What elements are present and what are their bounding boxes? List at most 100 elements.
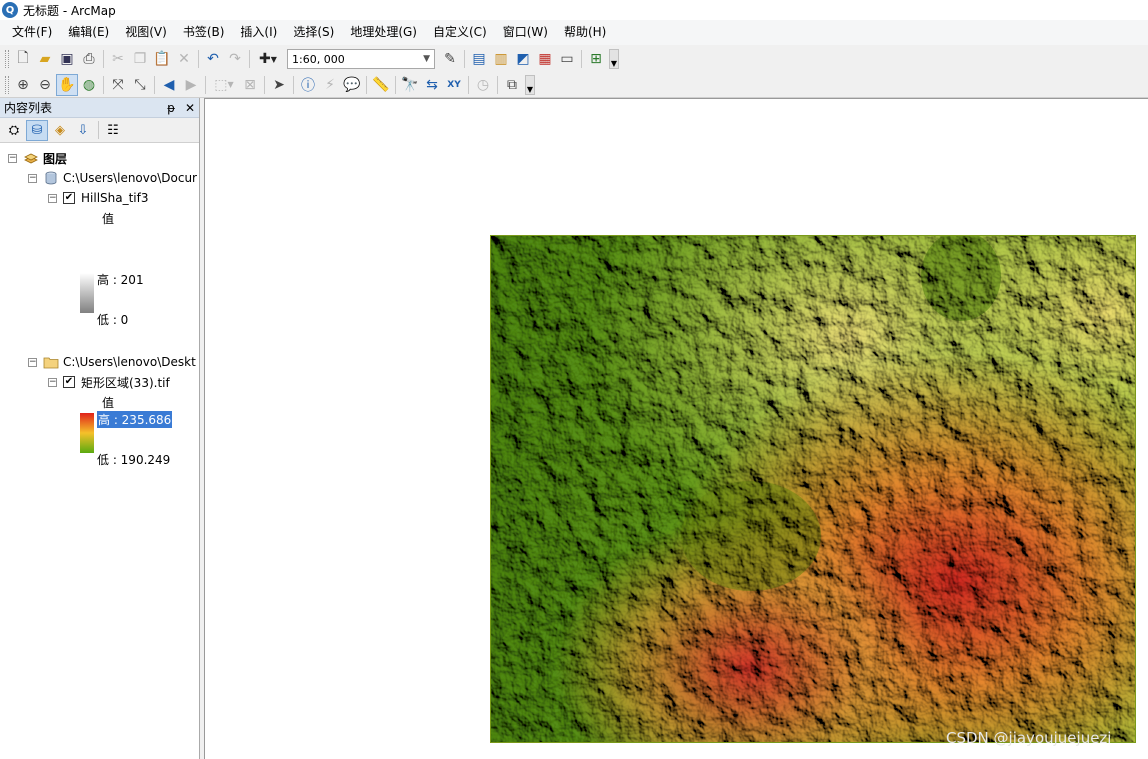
workspace-row-desktop[interactable]: − C:\Users\lenovo\Deskt	[28, 353, 196, 371]
identify-icon[interactable]: ⓘ	[297, 74, 319, 96]
separator	[198, 50, 199, 68]
separator	[249, 50, 250, 68]
menu-geoprocessing[interactable]: 地理处理(G)	[342, 20, 425, 45]
separator	[464, 50, 465, 68]
map-scale-value: 1:60, 000	[292, 52, 345, 66]
toolbar-overflow-button[interactable]: ▼	[609, 49, 619, 69]
editor-toolbar-icon[interactable]: ✎	[439, 48, 461, 70]
window-title: 无标题 - ArcMap	[23, 3, 116, 18]
select-elements-icon[interactable]: ➤	[268, 74, 290, 96]
menu-insert[interactable]: 插入(I)	[232, 20, 285, 45]
list-by-source-icon[interactable]: ⛁	[26, 119, 48, 141]
legend-high-label-selected[interactable]: 高 : 235.686	[97, 410, 173, 428]
clear-selection-icon[interactable]: ⊠	[239, 74, 261, 96]
zoom-in-icon[interactable]: ⊕	[12, 74, 34, 96]
toc-title: 内容列表	[4, 101, 53, 115]
save-icon[interactable]: ▣	[56, 48, 78, 70]
model-builder-icon[interactable]: ⊞	[585, 48, 607, 70]
menu-customize[interactable]: 自定义(C)	[425, 20, 495, 45]
print-icon[interactable]: ⎙	[78, 48, 100, 70]
close-icon[interactable]: ✕	[185, 101, 195, 115]
watermark-text: CSDN @jiayoujuejuezi	[946, 729, 1112, 747]
add-data-icon[interactable]: ✚ ▼	[253, 48, 283, 70]
fixed-zoom-in-icon[interactable]: ⤧	[107, 74, 129, 96]
menu-help[interactable]: 帮助(H)	[556, 20, 614, 45]
new-document-icon[interactable]: 🗋	[12, 48, 34, 70]
chevron-down-icon: ▼	[423, 54, 430, 64]
collapse-icon[interactable]: −	[48, 193, 57, 203]
menu-view[interactable]: 视图(V)	[117, 20, 175, 45]
find-route-icon[interactable]: ⇆	[421, 74, 443, 96]
collapse-icon[interactable]: −	[48, 377, 57, 387]
options-icon[interactable]: ☷	[102, 120, 124, 141]
toc-header: 内容列表 ᵽ ✕	[0, 98, 199, 118]
separator	[98, 121, 99, 139]
legend-high-label[interactable]: 高 : 235.686	[97, 410, 173, 428]
open-folder-icon[interactable]: ▰	[34, 48, 56, 70]
layer-visibility-checkbox[interactable]: ✔	[63, 376, 75, 388]
select-features-icon[interactable]: ⬚ ▼	[209, 74, 239, 96]
workspace-path: C:\Users\lenovo\Docur	[63, 171, 197, 185]
search-window-icon[interactable]: ◩	[512, 48, 534, 70]
separator	[154, 75, 155, 94]
menu-windows[interactable]: 窗口(W)	[495, 20, 556, 45]
arctoolbox-icon[interactable]: ▦	[534, 48, 556, 70]
redo-icon[interactable]: ↷	[224, 48, 246, 70]
table-of-contents-icon[interactable]: ▤	[468, 48, 490, 70]
zoom-out-icon[interactable]: ⊖	[34, 74, 56, 96]
separator	[581, 50, 582, 68]
fixed-zoom-out-icon[interactable]: ⤡	[129, 74, 151, 96]
full-extent-icon[interactable]: ◍	[78, 74, 100, 96]
toolbar-overflow-button[interactable]: ▼	[525, 74, 535, 95]
layer-row-rectangle-tif[interactable]: − ✔ 矩形区域(33).tif	[48, 373, 170, 391]
tools-toolbar: ⊕ ⊖ ✋ ◍ ⤧ ⤡ ◀ ▶ ⬚ ▼ ⊠ ➤ ⓘ ⚡ 💬 📏 🔭 ⇆ XY ◷ …	[0, 72, 1148, 98]
map-scale-dropdown[interactable]: 1:60, 000 ▼	[287, 49, 435, 69]
find-icon[interactable]: 🔭	[399, 74, 421, 96]
create-viewer-window-icon[interactable]: ⧉	[501, 74, 523, 96]
layer-row-hillshade[interactable]: − ✔ HillSha_tif3	[48, 189, 149, 207]
hyperlink-icon[interactable]: ⚡	[319, 74, 341, 96]
legend-low-label: 低 : 190.249	[97, 452, 171, 467]
separator	[468, 75, 469, 94]
collapse-icon[interactable]: −	[28, 357, 37, 367]
table-of-contents-panel: 内容列表 ᵽ ✕ ⛭ ⛁ ◈ ⇩ ☷ − 图层 − C:\Users\lenov…	[0, 98, 200, 759]
data-frame-row[interactable]: − 图层	[8, 149, 67, 167]
separator	[497, 75, 498, 94]
pin-icon[interactable]: ᵽ	[167, 101, 175, 115]
layer-visibility-checkbox[interactable]: ✔	[63, 192, 75, 204]
time-slider-icon[interactable]: ◷	[472, 74, 494, 96]
python-window-icon[interactable]: ▭	[556, 48, 578, 70]
menu-file[interactable]: 文件(F)	[4, 20, 60, 45]
copy-icon[interactable]: ❐	[129, 48, 151, 70]
grayscale-ramp	[80, 273, 94, 313]
separator	[264, 75, 265, 94]
menu-selection[interactable]: 选择(S)	[285, 20, 342, 45]
list-by-drawing-order-icon[interactable]: ⛭	[3, 120, 25, 141]
data-frame-label: 图层	[43, 151, 68, 166]
layer-tree: − 图层 − C:\Users\lenovo\Docur − ✔ HillSha…	[0, 143, 199, 753]
cut-icon[interactable]: ✂	[107, 48, 129, 70]
legend-low-label: 低 : 0	[97, 312, 129, 327]
measure-icon[interactable]: 📏	[370, 74, 392, 96]
elevation-raster[interactable]	[490, 235, 1136, 743]
menu-bookmarks[interactable]: 书签(B)	[175, 20, 233, 45]
toolbar-grip[interactable]	[5, 75, 9, 94]
list-by-visibility-icon[interactable]: ◈	[49, 120, 71, 141]
paste-icon[interactable]: 📋	[151, 48, 173, 70]
menu-edit[interactable]: 编辑(E)	[60, 20, 117, 45]
undo-icon[interactable]: ↶	[202, 48, 224, 70]
folder-icon	[43, 357, 59, 369]
collapse-icon[interactable]: −	[28, 173, 37, 183]
legend-value-label: 值	[102, 395, 115, 410]
go-to-xy-icon[interactable]: XY	[443, 74, 465, 96]
catalog-window-icon[interactable]: ▥	[490, 48, 512, 70]
toolbar-grip[interactable]	[5, 50, 9, 68]
html-popup-icon[interactable]: 💬	[341, 74, 363, 96]
pan-icon[interactable]: ✋	[56, 73, 78, 96]
workspace-row-documents[interactable]: − C:\Users\lenovo\Docur	[28, 169, 197, 187]
delete-icon[interactable]: ✕	[173, 48, 195, 70]
back-extent-icon[interactable]: ◀	[158, 74, 180, 96]
list-by-selection-icon[interactable]: ⇩	[72, 120, 94, 141]
forward-extent-icon[interactable]: ▶	[180, 74, 202, 96]
collapse-icon[interactable]: −	[8, 153, 17, 163]
